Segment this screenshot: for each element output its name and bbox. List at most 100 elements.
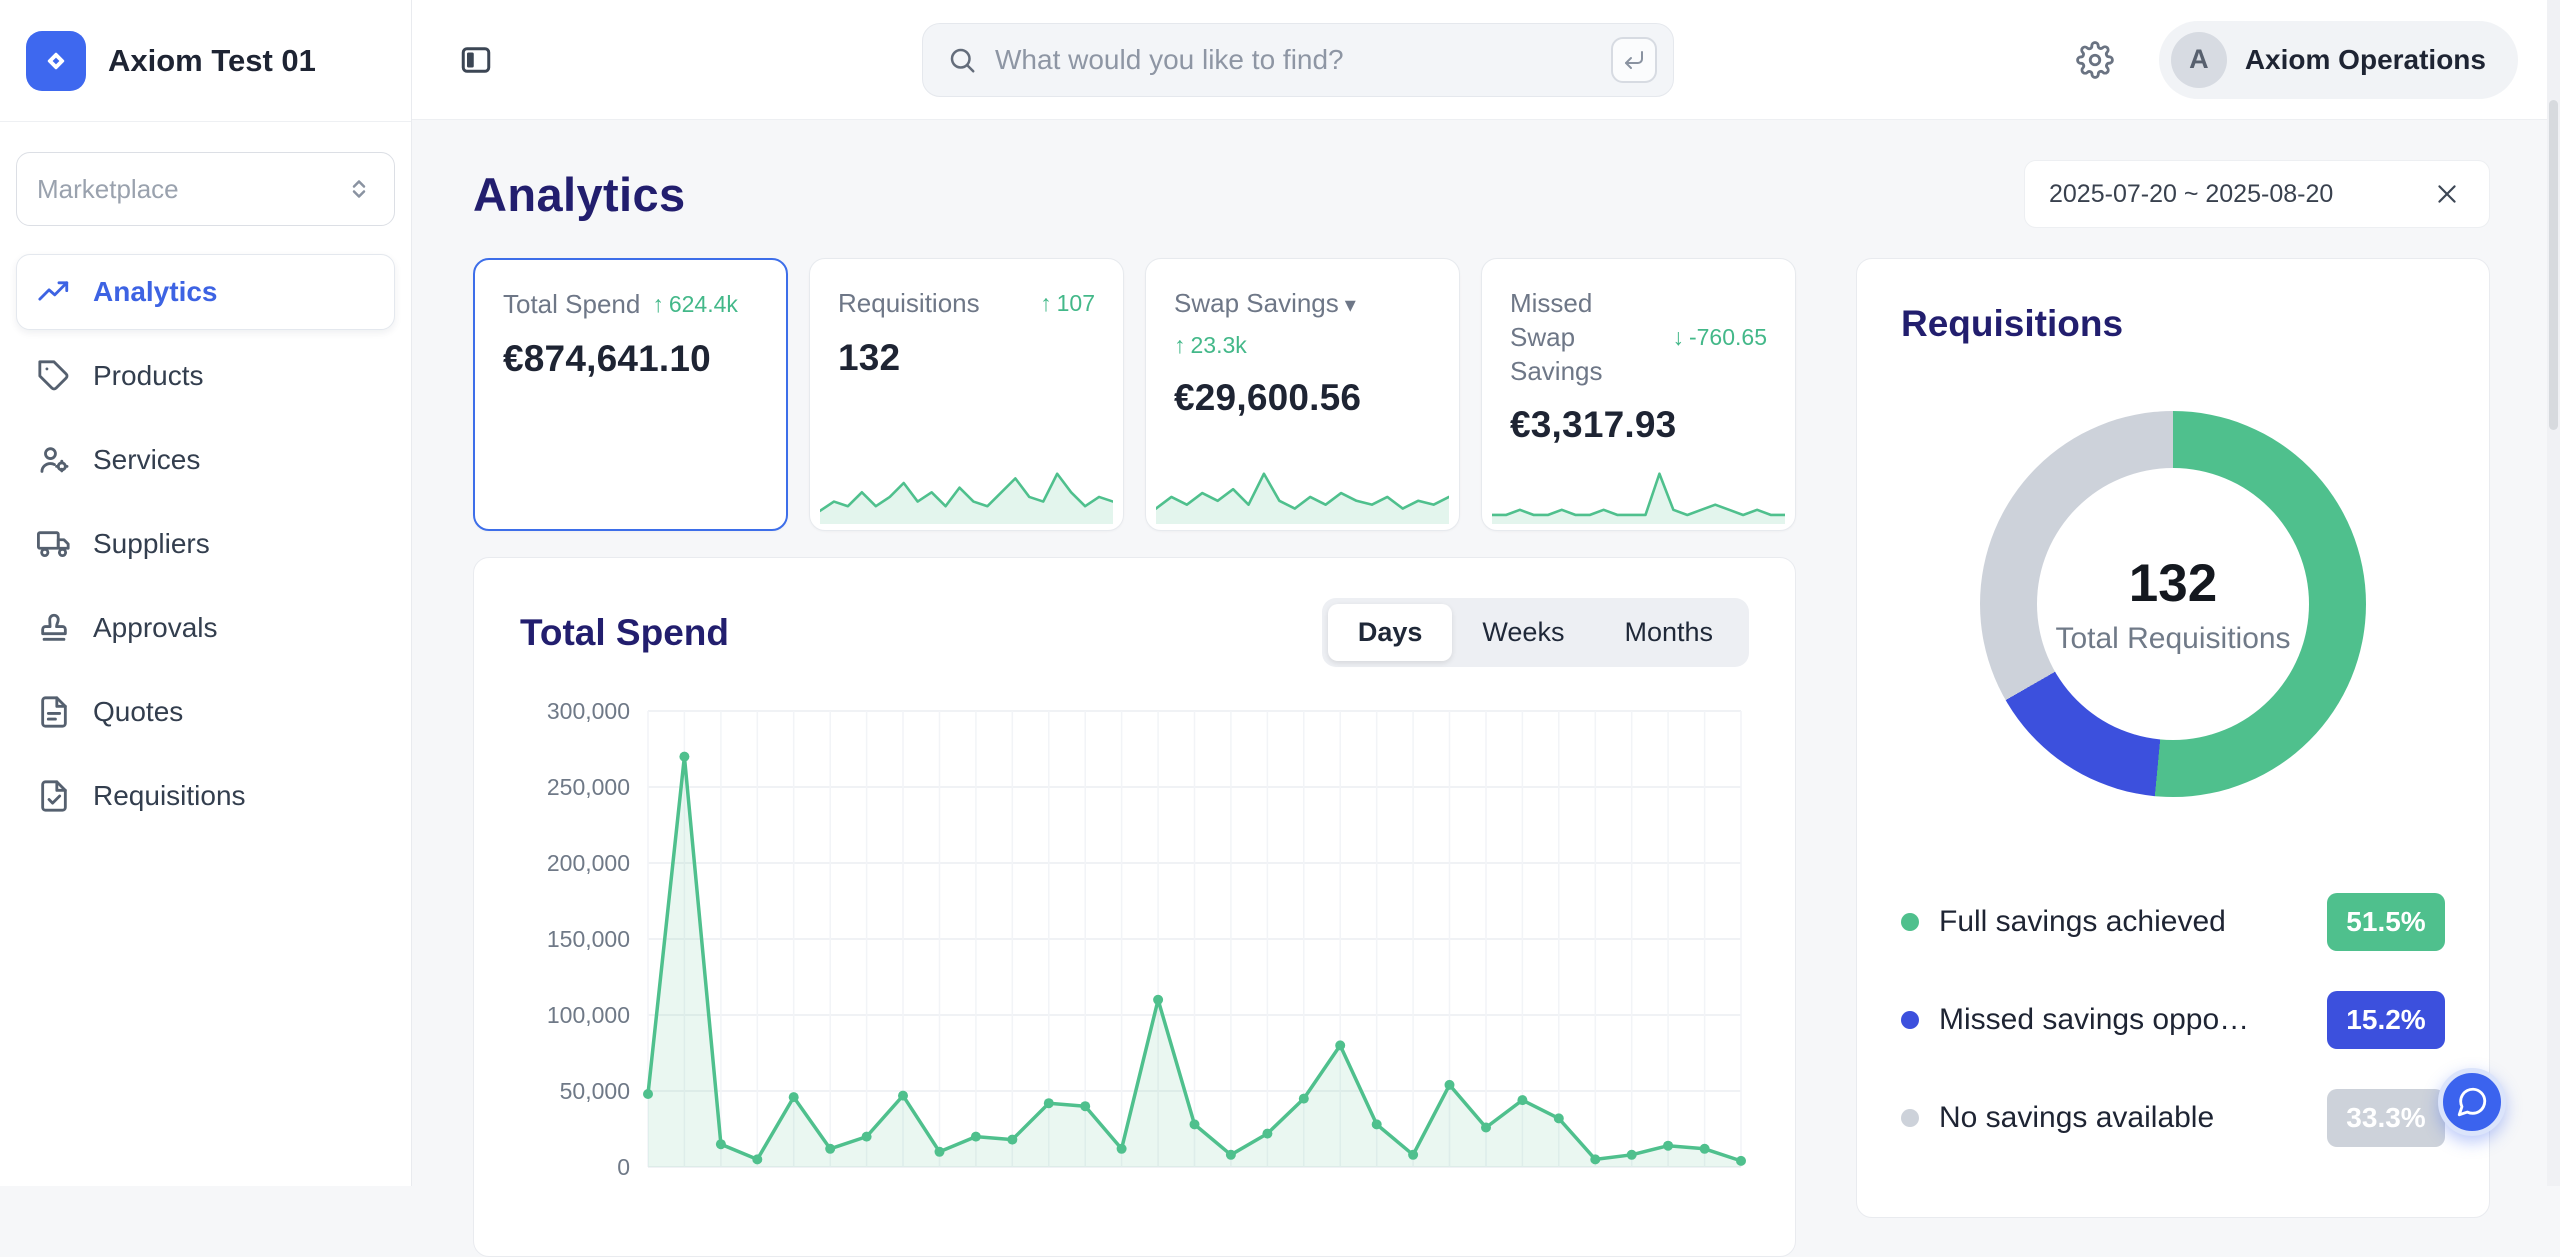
scrollbar-thumb[interactable] [2549, 100, 2558, 430]
settings-button[interactable] [2073, 38, 2117, 82]
page-title: Analytics [473, 167, 686, 222]
legend-label: Full savings achieved [1939, 905, 2307, 939]
svg-text:50,000: 50,000 [560, 1078, 630, 1104]
kpi-card-total-spend[interactable]: Total Spend ↑624.4k €874,641.10 [473, 258, 788, 531]
kpi-value: €29,600.56 [1174, 377, 1431, 419]
marketplace-select[interactable]: Marketplace [16, 152, 395, 226]
user-menu[interactable]: A Axiom Operations [2159, 21, 2518, 99]
chat-bubble-icon [2455, 1085, 2489, 1119]
toggle-weeks-button[interactable]: Weeks [1452, 604, 1594, 661]
kpi-row: Total Spend ↑624.4k €874,641.10 Requisit… [473, 258, 1796, 531]
kpi-delta: ↓-760.65 [1672, 323, 1767, 353]
page-header: Analytics 2025-07-20 ~ 2025-08-20 [473, 160, 2490, 228]
svg-text:0: 0 [617, 1154, 630, 1180]
sidebar-item-label: Products [93, 360, 204, 392]
sparkline-chart [1492, 466, 1785, 524]
total-spend-line-chart: 300,000250,000200,000150,000100,00050,00… [520, 697, 1751, 1197]
search-input[interactable] [993, 43, 1595, 77]
services-icon [37, 443, 71, 477]
svg-text:300,000: 300,000 [547, 698, 630, 724]
kpi-card-requisitions[interactable]: Requisitions ↑107 132 [809, 258, 1124, 531]
kpi-value: €874,641.10 [503, 338, 758, 380]
legend-item-no-savings: No savings available 33.3% [1901, 1089, 2445, 1147]
sidebar-item-label: Suppliers [93, 528, 210, 560]
page-content: Analytics 2025-07-20 ~ 2025-08-20 Total … [412, 120, 2560, 1257]
donut-legend: Full savings achieved 51.5% Missed savin… [1901, 893, 2445, 1147]
user-name: Axiom Operations [2245, 44, 2486, 76]
analytics-icon [37, 275, 71, 309]
sidebar-item-products[interactable]: Products [16, 338, 395, 414]
svg-text:150,000: 150,000 [547, 926, 630, 952]
avatar: A [2171, 32, 2227, 88]
search-icon [947, 45, 977, 75]
chevron-down-icon[interactable]: ▾ [1345, 292, 1356, 317]
document-check-icon [37, 779, 71, 813]
app-logo-icon [26, 31, 86, 91]
topbar-right: A Axiom Operations [2073, 21, 2518, 99]
legend-dot [1901, 1109, 1919, 1127]
legend-badge: 15.2% [2327, 991, 2445, 1049]
kpi-value: €3,317.93 [1510, 404, 1767, 446]
requisitions-title: Requisitions [1901, 303, 2445, 345]
kpi-card-swap-savings[interactable]: Swap Savings▾ ↑23.3k €29,600.56 [1145, 258, 1460, 531]
kpi-delta: ↑624.4k [652, 288, 738, 322]
sidebar-item-approvals[interactable]: Approvals [16, 590, 395, 666]
chat-fab-button[interactable] [2438, 1068, 2506, 1136]
arrow-down-icon: ↓ [1672, 323, 1684, 353]
sidebar-item-quotes[interactable]: Quotes [16, 674, 395, 750]
right-column: Requisitions 132 Total Requisitions Full… [1856, 258, 2490, 1257]
requisitions-card: Requisitions 132 Total Requisitions Full… [1856, 258, 2490, 1218]
toggle-days-button[interactable]: Days [1328, 604, 1453, 661]
left-column: Total Spend ↑624.4k €874,641.10 Requisit… [473, 258, 1796, 1257]
legend-dot [1901, 913, 1919, 931]
legend-badge: 33.3% [2327, 1089, 2445, 1147]
kpi-card-missed-swap-savings[interactable]: Missed Swap Savings ↓-760.65 €3,317.93 [1481, 258, 1796, 531]
topbar: A Axiom Operations [412, 0, 2560, 120]
svg-text:250,000: 250,000 [547, 774, 630, 800]
dashboard-grid: Total Spend ↑624.4k €874,641.10 Requisit… [473, 258, 2490, 1257]
global-search [922, 23, 1674, 97]
document-icon [37, 695, 71, 729]
sidebar-item-analytics[interactable]: Analytics [16, 254, 395, 330]
sidebar-item-suppliers[interactable]: Suppliers [16, 506, 395, 582]
toggle-months-button[interactable]: Months [1594, 604, 1743, 661]
date-range-picker[interactable]: 2025-07-20 ~ 2025-08-20 [2024, 160, 2490, 228]
legend-badge: 51.5% [2327, 893, 2445, 951]
gear-icon [2076, 41, 2114, 79]
sidebar-item-label: Requisitions [93, 780, 246, 812]
sidebar-item-requisitions[interactable]: Requisitions [16, 758, 395, 834]
legend-label: No savings available [1939, 1101, 2307, 1135]
stamp-icon [37, 611, 71, 645]
main-area: A Axiom Operations Analytics 2025-07-20 … [412, 0, 2560, 1186]
kpi-label: Missed Swap Savings [1510, 287, 1660, 388]
total-spend-chart-card: Total Spend Days Weeks Months 300,000 250… [473, 557, 1796, 1257]
sidebar-item-services[interactable]: Services [16, 422, 395, 498]
arrow-up-icon: ↑ [652, 290, 664, 320]
tag-icon [37, 359, 71, 393]
sidebar: Axiom Test 01 Marketplace Analytics Prod… [0, 0, 412, 1186]
sparkline-chart [820, 466, 1113, 524]
panel-left-icon [458, 42, 494, 78]
truck-icon [37, 527, 71, 561]
enter-icon [1622, 48, 1646, 72]
marketplace-select-value: Marketplace [37, 174, 179, 205]
donut-center: 132 Total Requisitions [1980, 411, 2366, 797]
search-enter-key[interactable] [1611, 37, 1657, 83]
select-chevrons-icon [344, 174, 374, 204]
donut-center-label: Total Requisitions [2055, 622, 2290, 656]
legend-item-full-savings: Full savings achieved 51.5% [1901, 893, 2445, 951]
arrow-up-icon: ↑ [1040, 289, 1052, 319]
svg-text:200,000: 200,000 [547, 850, 630, 876]
chart-title: Total Spend [520, 612, 729, 654]
donut-center-value: 132 [2129, 553, 2217, 614]
kpi-label: Swap Savings▾ [1174, 287, 1431, 321]
sidebar-item-label: Quotes [93, 696, 183, 728]
sidebar-collapse-button[interactable] [454, 38, 498, 82]
date-range-value: 2025-07-20 ~ 2025-08-20 [2049, 180, 2333, 209]
kpi-value: 132 [838, 337, 1095, 379]
clear-date-button[interactable] [2429, 176, 2465, 212]
sidebar-nav: Analytics Products Services Suppliers Ap… [0, 254, 411, 834]
period-toggle: Days Weeks Months [1322, 598, 1749, 667]
scrollbar-track[interactable] [2547, 0, 2560, 1186]
legend-item-missed-savings: Missed savings oppo… 15.2% [1901, 991, 2445, 1049]
